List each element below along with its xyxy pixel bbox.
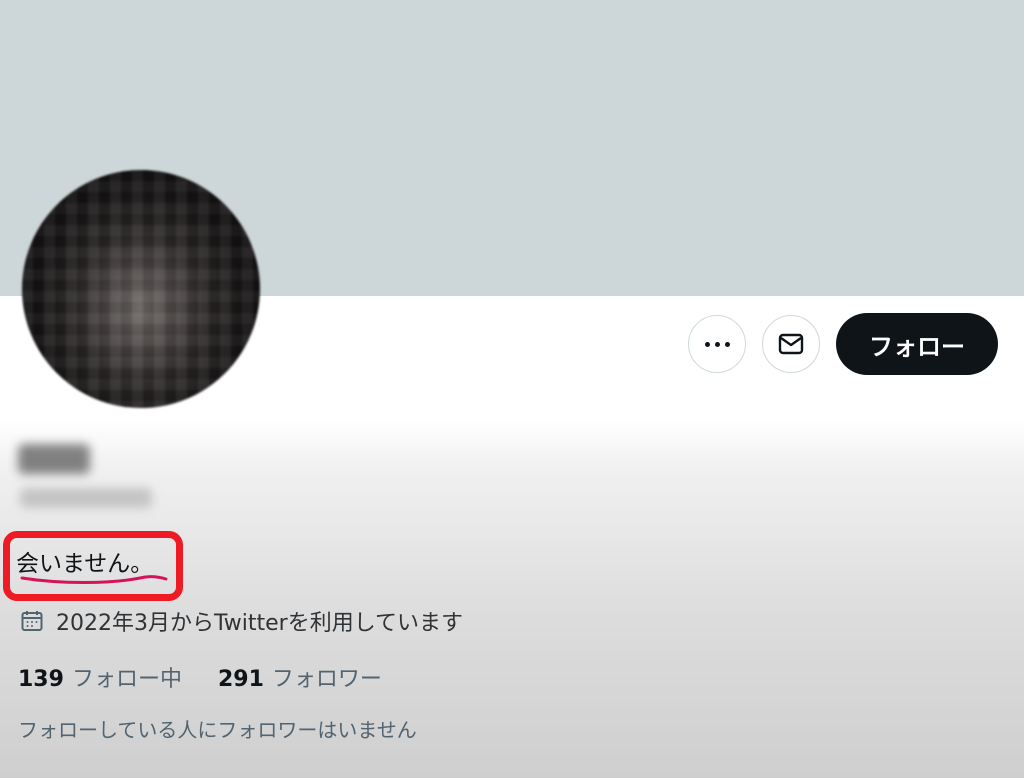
message-button[interactable] — [762, 315, 820, 373]
follow-button[interactable]: フォロー — [836, 313, 998, 375]
profile-actions: フォロー — [688, 313, 998, 375]
follow-stats: 139 フォロー中 291 フォロワー — [18, 661, 382, 693]
more-horizontal-icon — [704, 341, 730, 347]
followers-stat[interactable]: 291 フォロワー — [218, 661, 382, 693]
joined-date: 2022年3月からTwitterを利用しています — [20, 604, 463, 638]
followers-label: フォロワー — [271, 667, 382, 692]
envelope-icon — [778, 333, 804, 355]
known-followers-text: フォローしている人にフォロワーはいません — [18, 718, 417, 742]
bio-highlight-box — [3, 531, 183, 601]
following-count: 139 — [18, 667, 64, 692]
joined-text: 2022年3月からTwitterを利用しています — [56, 611, 464, 636]
calendar-icon — [21, 611, 43, 631]
following-label: フォロー中 — [71, 667, 182, 692]
avatar[interactable] — [22, 170, 260, 408]
username-redacted — [20, 488, 152, 508]
display-name-redacted — [18, 444, 90, 474]
following-stat[interactable]: 139 フォロー中 — [18, 661, 182, 693]
avatar-pixelation — [22, 170, 260, 408]
followers-count: 291 — [217, 667, 264, 692]
more-options-button[interactable] — [688, 315, 746, 373]
